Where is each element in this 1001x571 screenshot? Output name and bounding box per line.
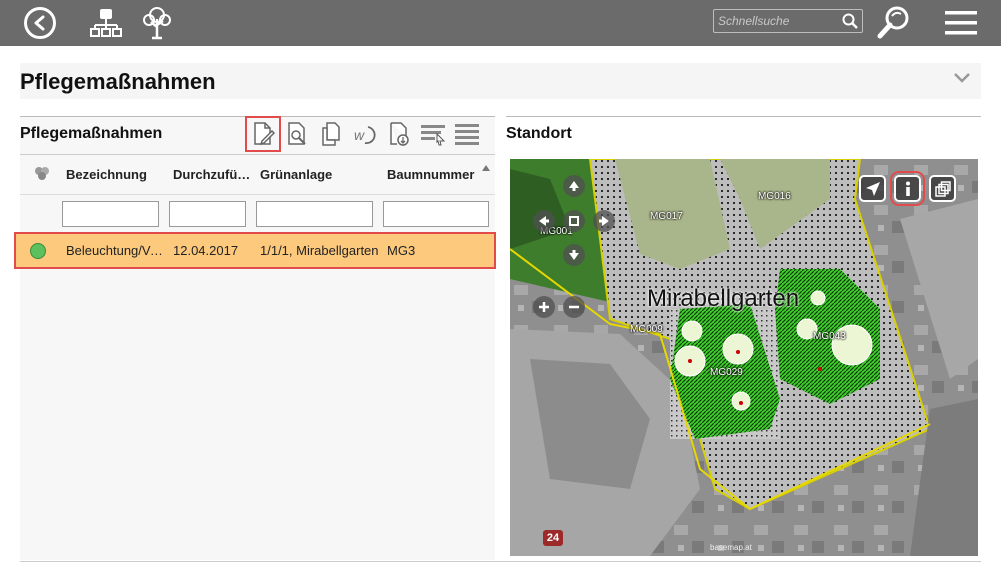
panel-title: Pflegemaßnahmen: [20, 125, 163, 142]
arrow-down-icon: [569, 250, 579, 260]
sort-up-icon[interactable]: [482, 159, 490, 174]
layers-icon: [934, 180, 951, 197]
map-label-mg029: MG029: [710, 367, 743, 378]
collapse-button[interactable]: [953, 71, 971, 90]
table-row[interactable]: Beleuchtung/Ve… 12.04.2017 1/1/1, Mirabe…: [14, 232, 496, 269]
filter-select-button[interactable]: [416, 117, 450, 151]
search-icon[interactable]: [842, 13, 858, 34]
new-document-icon: [254, 122, 276, 146]
layers-button[interactable]: [929, 175, 956, 202]
arrow-left-icon: [539, 216, 549, 226]
navigate-button[interactable]: [859, 175, 886, 202]
column-header-bezeichnung[interactable]: Bezeichnung: [66, 167, 166, 182]
copy-document-icon: [322, 122, 340, 146]
quick-search-input[interactable]: [718, 12, 838, 30]
map-label-mg009: MG009: [630, 324, 663, 335]
document-search-icon: [288, 122, 306, 145]
sitemap-icon: [90, 9, 122, 37]
arrow-right-icon: [599, 216, 609, 226]
filter-clear-icon: [455, 124, 479, 145]
pan-left-button[interactable]: [533, 210, 555, 232]
minus-icon: [569, 305, 579, 309]
map-marker-label: 24: [543, 530, 563, 546]
tree-icon: [143, 7, 171, 40]
zoom-in-button[interactable]: [533, 296, 555, 318]
filter-datum-input[interactable]: [169, 201, 246, 227]
map-label-mg043: MG043: [813, 331, 846, 342]
chevron-down-icon: [954, 73, 970, 83]
back-button[interactable]: [21, 4, 59, 42]
column-header-gruenanlage[interactable]: Grünanlage: [260, 167, 380, 182]
filter-baumnummer-input[interactable]: [383, 201, 489, 227]
back-icon: [24, 7, 56, 39]
filter-select-icon: [421, 125, 446, 146]
menu-icon: [945, 11, 977, 35]
pan-up-button[interactable]: [563, 175, 585, 197]
map-label-mg017: MG017: [650, 211, 683, 222]
navigate-icon: [865, 181, 880, 196]
export-button[interactable]: [382, 117, 416, 151]
measures-panel: Pflegemaßnahmen w Bezeichnung Durchzufüh…: [14, 116, 496, 560]
cell-bezeichnung: Beleuchtung/Ve…: [66, 243, 166, 258]
info-icon: [905, 181, 910, 196]
cell-baumnummer: MG3: [387, 243, 416, 258]
document-download-icon: [390, 122, 409, 146]
top-bar: [0, 0, 1001, 46]
grid-toolbar: w: [245, 116, 484, 153]
copy-record-button[interactable]: [314, 117, 348, 151]
location-map[interactable]: MG017 MG016 MG001 MG009 MG043 MG029 Mira…: [510, 159, 978, 556]
status-indicator: [30, 243, 46, 259]
bottom-divider: [20, 561, 981, 562]
pan-down-button[interactable]: [563, 244, 585, 266]
park-name-label: Mirabellgarten: [647, 285, 800, 312]
column-header-baumnummer[interactable]: Baumnummer: [387, 167, 487, 182]
info-button[interactable]: [890, 171, 925, 206]
workorder-button[interactable]: w: [348, 117, 382, 151]
plus-icon: [539, 302, 549, 312]
arrow-up-icon: [569, 181, 579, 191]
page-title: Pflegemaßnahmen: [20, 69, 216, 94]
pan-reset-button[interactable]: [563, 210, 585, 232]
quick-search-box: [713, 9, 863, 33]
filter-row: [20, 194, 495, 232]
page-header: Pflegemaßnahmen: [20, 63, 981, 99]
sitemap-button[interactable]: [87, 4, 125, 42]
filter-clear-button[interactable]: [450, 117, 484, 151]
filter-bezeichnung-input[interactable]: [62, 201, 159, 227]
zoom-out-button[interactable]: [563, 296, 585, 318]
zoom-search-icon: [877, 6, 909, 39]
tree-button[interactable]: [138, 4, 176, 42]
svg-text:w: w: [354, 127, 365, 143]
column-header-datum[interactable]: Durchzufüh…: [173, 167, 253, 182]
cell-gruenanlage: 1/1/1, Mirabellgarten: [260, 243, 379, 258]
map-label-mg016: MG016: [758, 191, 791, 202]
square-icon: [569, 216, 579, 226]
advanced-search-button[interactable]: [876, 4, 914, 42]
cell-datum: 12.04.2017: [173, 243, 239, 258]
new-record-button[interactable]: [245, 116, 281, 152]
pan-right-button[interactable]: [593, 210, 615, 232]
grid-header: Bezeichnung Durchzufüh… Grünanlage Baumn…: [20, 154, 495, 194]
filter-gruenanlage-input[interactable]: [256, 201, 373, 227]
panel-title: Standort: [506, 125, 572, 142]
menu-button[interactable]: [942, 4, 980, 42]
location-panel: Standort MG017 MG016 MG001 MG009 MG043 M…: [506, 116, 981, 560]
view-record-button[interactable]: [280, 117, 314, 151]
workorder-icon: w: [354, 126, 376, 144]
status-column-icon[interactable]: [34, 165, 50, 184]
map-attribution: basemap.at: [710, 543, 752, 552]
